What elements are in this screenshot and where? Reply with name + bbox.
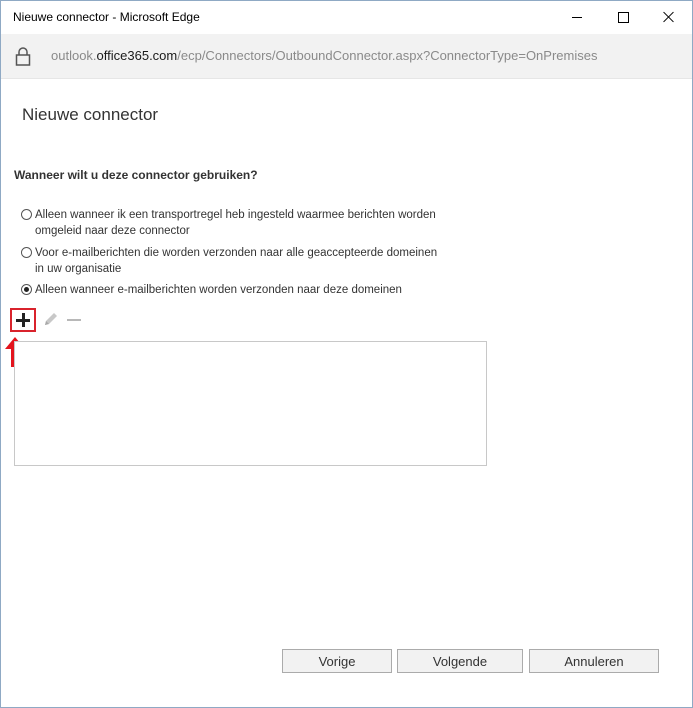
close-button[interactable] — [646, 1, 692, 33]
radio-button-selected[interactable] — [21, 284, 32, 295]
url-path: /ecp/Connectors/OutboundConnector.aspx?C… — [177, 48, 598, 63]
url-text: outlook.office365.com/ecp/Connectors/Out… — [51, 48, 597, 63]
option-label: Alleen wanneer ik een transportregel heb… — [35, 209, 436, 237]
maximize-button[interactable] — [600, 1, 646, 33]
page-title: Nieuwe connector — [22, 105, 159, 124]
address-bar[interactable]: outlook.office365.com/ecp/Connectors/Out… — [1, 34, 692, 79]
lock-icon — [15, 47, 31, 66]
url-domain: office365.com — [96, 48, 178, 63]
maximize-icon — [617, 11, 629, 23]
add-icon — [16, 313, 30, 327]
remove-icon[interactable] — [67, 319, 81, 321]
next-button[interactable]: Volgende — [397, 649, 523, 673]
option-label: Alleen wanneer e-mailberichten worden ve… — [35, 284, 402, 296]
cancel-button[interactable]: Annuleren — [529, 649, 659, 673]
option-these-domains[interactable]: Alleen wanneer e-mailberichten worden ve… — [21, 282, 441, 298]
radio-button[interactable] — [21, 247, 32, 258]
minimize-button[interactable] — [554, 1, 600, 33]
close-icon — [663, 11, 675, 23]
previous-button[interactable]: Vorige — [282, 649, 392, 673]
window-title: Nieuwe connector - Microsoft Edge — [13, 10, 200, 24]
title-bar: Nieuwe connector - Microsoft Edge — [1, 1, 692, 33]
minimize-icon — [572, 16, 582, 18]
edit-icon[interactable] — [42, 312, 60, 328]
option-transport-rule[interactable]: Alleen wanneer ik een transportregel heb… — [21, 207, 441, 239]
option-label: Voor e-mailberichten die worden verzonde… — [35, 247, 438, 275]
radio-button[interactable] — [21, 209, 32, 220]
question-label: Wanneer wilt u deze connector gebruiken? — [14, 168, 258, 182]
option-all-accepted-domains[interactable]: Voor e-mailberichten die worden verzonde… — [21, 245, 441, 277]
page-content: Nieuwe connector Wanneer wilt u deze con… — [1, 79, 692, 707]
url-prefix: outlook. — [51, 48, 97, 63]
domain-list[interactable] — [14, 341, 487, 466]
browser-window: Nieuwe connector - Microsoft Edge outloo… — [0, 0, 693, 708]
add-domain-button[interactable] — [10, 308, 36, 332]
